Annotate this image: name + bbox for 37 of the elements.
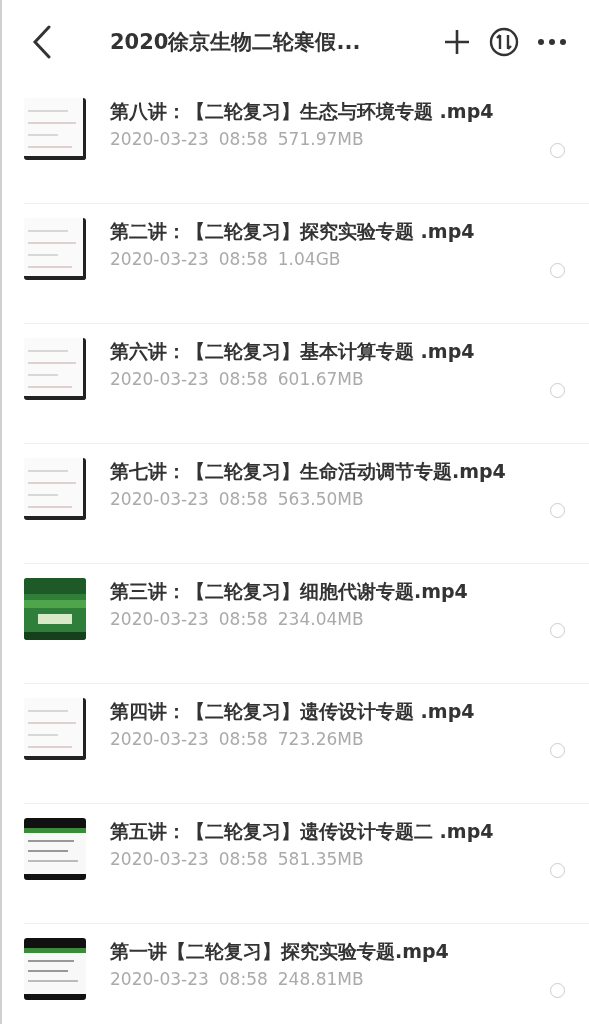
file-time: 08:58 — [218, 249, 268, 269]
file-date: 2020-03-23 — [110, 249, 209, 269]
file-time: 08:58 — [218, 609, 268, 629]
file-time: 08:58 — [218, 729, 268, 749]
file-name: 第五讲：【二轮复习】遗传设计专题二 .mp4 — [110, 819, 495, 844]
file-size: 581.35MB — [277, 849, 364, 869]
back-icon[interactable] — [32, 25, 52, 59]
file-date: 2020-03-23 — [110, 969, 209, 989]
file-time: 08:58 — [218, 369, 268, 389]
file-time: 08:58 — [218, 129, 268, 149]
file-name: 第六讲：【二轮复习】基本计算专题 .mp4 — [110, 339, 476, 364]
file-name: 第三讲：【二轮复习】细胞代谢专题.mp4 — [110, 579, 469, 604]
file-name: 第七讲：【二轮复习】生命活动调节专题.mp4 — [110, 459, 507, 484]
sort-icon[interactable] — [489, 27, 519, 57]
file-date: 2020-03-23 — [110, 729, 209, 749]
file-name: 第八讲：【二轮复习】生态与环境专题 .mp4 — [110, 99, 495, 124]
file-date: 2020-03-23 — [110, 849, 209, 869]
more-icon[interactable] — [537, 38, 567, 46]
file-size: 571.97MB — [277, 129, 364, 149]
file-time: 08:58 — [218, 489, 268, 509]
file-size: 563.50MB — [277, 489, 364, 509]
file-name: 第一讲【二轮复习】探究实验专题.mp4 — [110, 939, 450, 964]
file-size: 723.26MB — [277, 729, 364, 749]
file-size: 601.67MB — [277, 369, 364, 389]
add-icon[interactable] — [443, 28, 471, 56]
file-date: 2020-03-23 — [110, 489, 209, 509]
file-date: 2020-03-23 — [110, 609, 209, 629]
folder-title: 2020徐京生物二轮寒假... — [110, 29, 362, 56]
file-date: 2020-03-23 — [110, 369, 209, 389]
file-size: 248.81MB — [277, 969, 364, 989]
file-name: 第四讲：【二轮复习】遗传设计专题 .mp4 — [110, 699, 476, 724]
file-size: 234.04MB — [277, 609, 364, 629]
file-size: 1.04GB — [277, 249, 341, 269]
file-time: 08:58 — [218, 849, 268, 869]
file-name: 第二讲：【二轮复习】探究实验专题 .mp4 — [110, 219, 476, 244]
file-date: 2020-03-23 — [110, 129, 209, 149]
file-time: 08:58 — [218, 969, 268, 989]
